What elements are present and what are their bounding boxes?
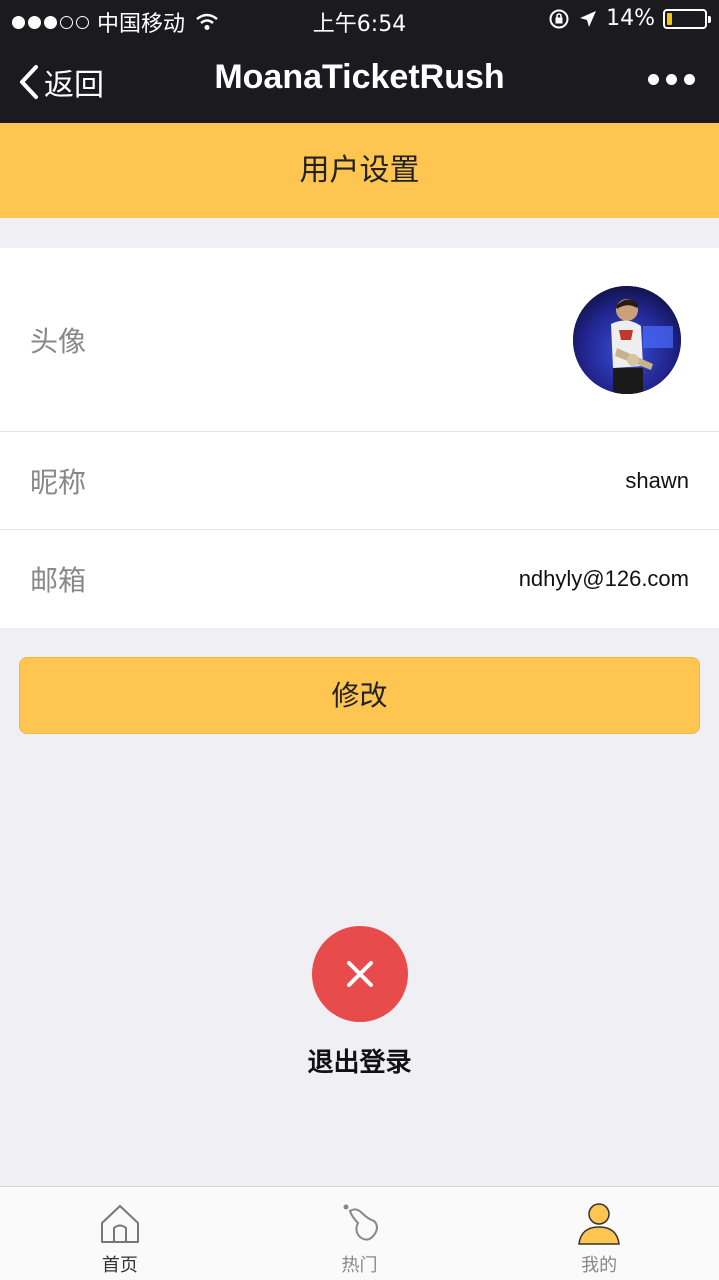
orientation-lock-icon [549, 9, 569, 28]
location-arrow-icon [580, 10, 597, 27]
status-right: 14% [548, 6, 711, 31]
battery-percent: 14% [606, 6, 655, 31]
logout-button[interactable]: 退出登录 [0, 926, 719, 1079]
profile-list: 头像 昵称 shawn 邮箱 ndhyly@126.com [0, 248, 719, 628]
avatar-image [573, 285, 681, 394]
tab-bar: 首页 热门 我的 [0, 1186, 719, 1280]
nickname-label: 昵称 [30, 465, 87, 499]
more-options-icon[interactable] [648, 74, 695, 85]
logout-label: 退出登录 [307, 1048, 412, 1078]
email-value: ndhyly@126.com [518, 566, 689, 591]
logout-circle[interactable] [311, 926, 408, 1022]
tab-hot-label: 热门 [341, 1255, 378, 1276]
email-row[interactable]: 邮箱 ndhyly@126.com [0, 530, 719, 628]
tab-mine[interactable]: 我的 [479, 1187, 719, 1280]
home-icon [100, 1205, 139, 1243]
nickname-row[interactable]: 昵称 shawn [0, 432, 719, 530]
tab-home-label: 首页 [101, 1255, 138, 1276]
tab-home[interactable]: 首页 [0, 1187, 240, 1280]
user-icon [578, 1203, 621, 1245]
avatar-label: 头像 [30, 324, 87, 358]
battery-icon [663, 8, 711, 29]
status-bar: 中国移动 上午6:54 14% [0, 0, 719, 40]
avatar-row[interactable]: 头像 [0, 248, 719, 432]
email-label: 邮箱 [30, 564, 87, 597]
avatar[interactable] [573, 285, 681, 394]
app-title: MoanaTicketRush [214, 58, 505, 96]
tab-mine-label: 我的 [581, 1255, 618, 1276]
page-title: 用户设置 [0, 123, 719, 218]
edit-button[interactable]: 修改 [19, 657, 700, 734]
nav-bar: 返回 MoanaTicketRush [0, 40, 719, 123]
nickname-value: shawn [625, 467, 689, 493]
hot-icon [343, 1204, 378, 1241]
tab-hot[interactable]: 热门 [240, 1187, 480, 1280]
close-icon [346, 961, 373, 987]
